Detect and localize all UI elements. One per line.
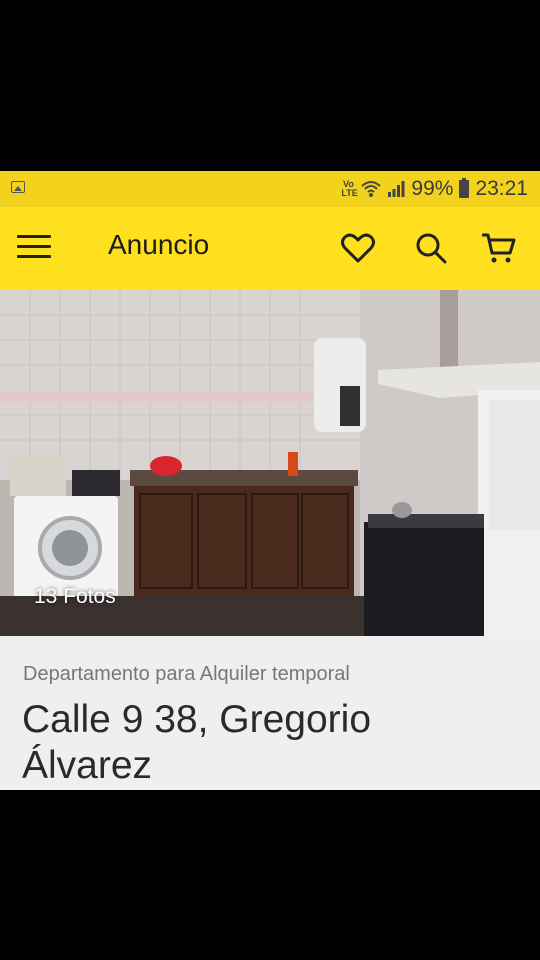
menu-icon[interactable]	[17, 235, 51, 259]
listing-photo[interactable]: 13 Fotos	[0, 290, 540, 636]
property-type: Departamento para Alquiler temporal	[23, 663, 350, 685]
heart-icon[interactable]	[339, 229, 377, 267]
battery-percent: 99%	[411, 177, 454, 200]
clock: 23:21	[475, 177, 528, 200]
page-title: Anuncio	[108, 229, 210, 260]
gallery-notification-icon	[11, 181, 25, 193]
volte-indicator: Vo LTE	[341, 179, 358, 198]
search-icon[interactable]	[412, 229, 450, 267]
battery-icon	[459, 178, 470, 198]
signal-icon	[388, 181, 405, 197]
wifi-icon	[361, 181, 382, 197]
cart-icon[interactable]	[480, 229, 518, 267]
status-bar: Vo LTE 99% 23:21	[0, 171, 540, 207]
listing-info: Departamento para Alquiler temporal Call…	[0, 636, 540, 790]
listing-address: Calle 9 38, Gregorio Álvarez	[22, 698, 372, 787]
photo-count-label: 13 Fotos	[34, 585, 116, 608]
app-bar: Anuncio	[0, 207, 540, 290]
